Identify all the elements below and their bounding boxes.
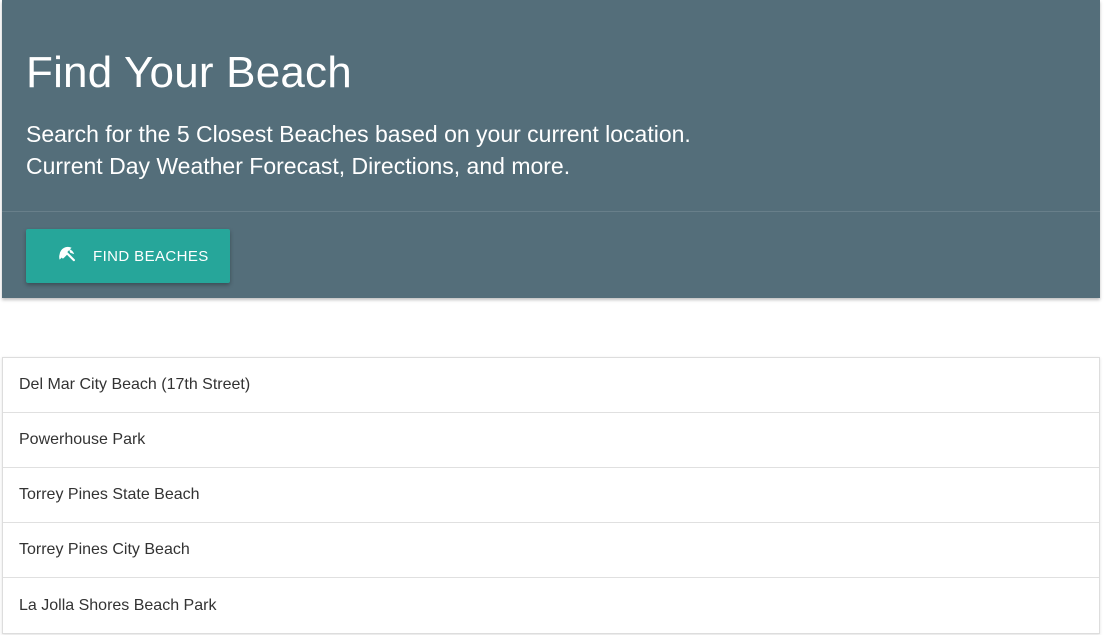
beach-umbrella-icon: [56, 245, 78, 267]
hero-content: Find Your Beach Search for the 5 Closest…: [2, 0, 1100, 212]
find-beaches-label: FIND BEACHES: [93, 247, 209, 265]
beach-list: Del Mar City Beach (17th Street) Powerho…: [2, 357, 1100, 634]
beach-list-item[interactable]: Torrey Pines State Beach: [3, 468, 1099, 523]
beach-list-item[interactable]: Del Mar City Beach (17th Street): [3, 358, 1099, 413]
subtitle-line-2: Current Day Weather Forecast, Directions…: [26, 153, 571, 179]
find-beaches-button[interactable]: FIND BEACHES: [26, 229, 230, 283]
subtitle-line-1: Search for the 5 Closest Beaches based o…: [26, 121, 691, 147]
hero-actions: FIND BEACHES: [2, 213, 1100, 298]
page-title: Find Your Beach: [26, 48, 352, 97]
beach-list-item[interactable]: Powerhouse Park: [3, 413, 1099, 468]
beach-list-item[interactable]: La Jolla Shores Beach Park: [3, 578, 1099, 633]
beach-list-item[interactable]: Torrey Pines City Beach: [3, 523, 1099, 578]
hero-card: Find Your Beach Search for the 5 Closest…: [2, 0, 1100, 298]
hero-subtitle: Search for the 5 Closest Beaches based o…: [26, 118, 691, 182]
